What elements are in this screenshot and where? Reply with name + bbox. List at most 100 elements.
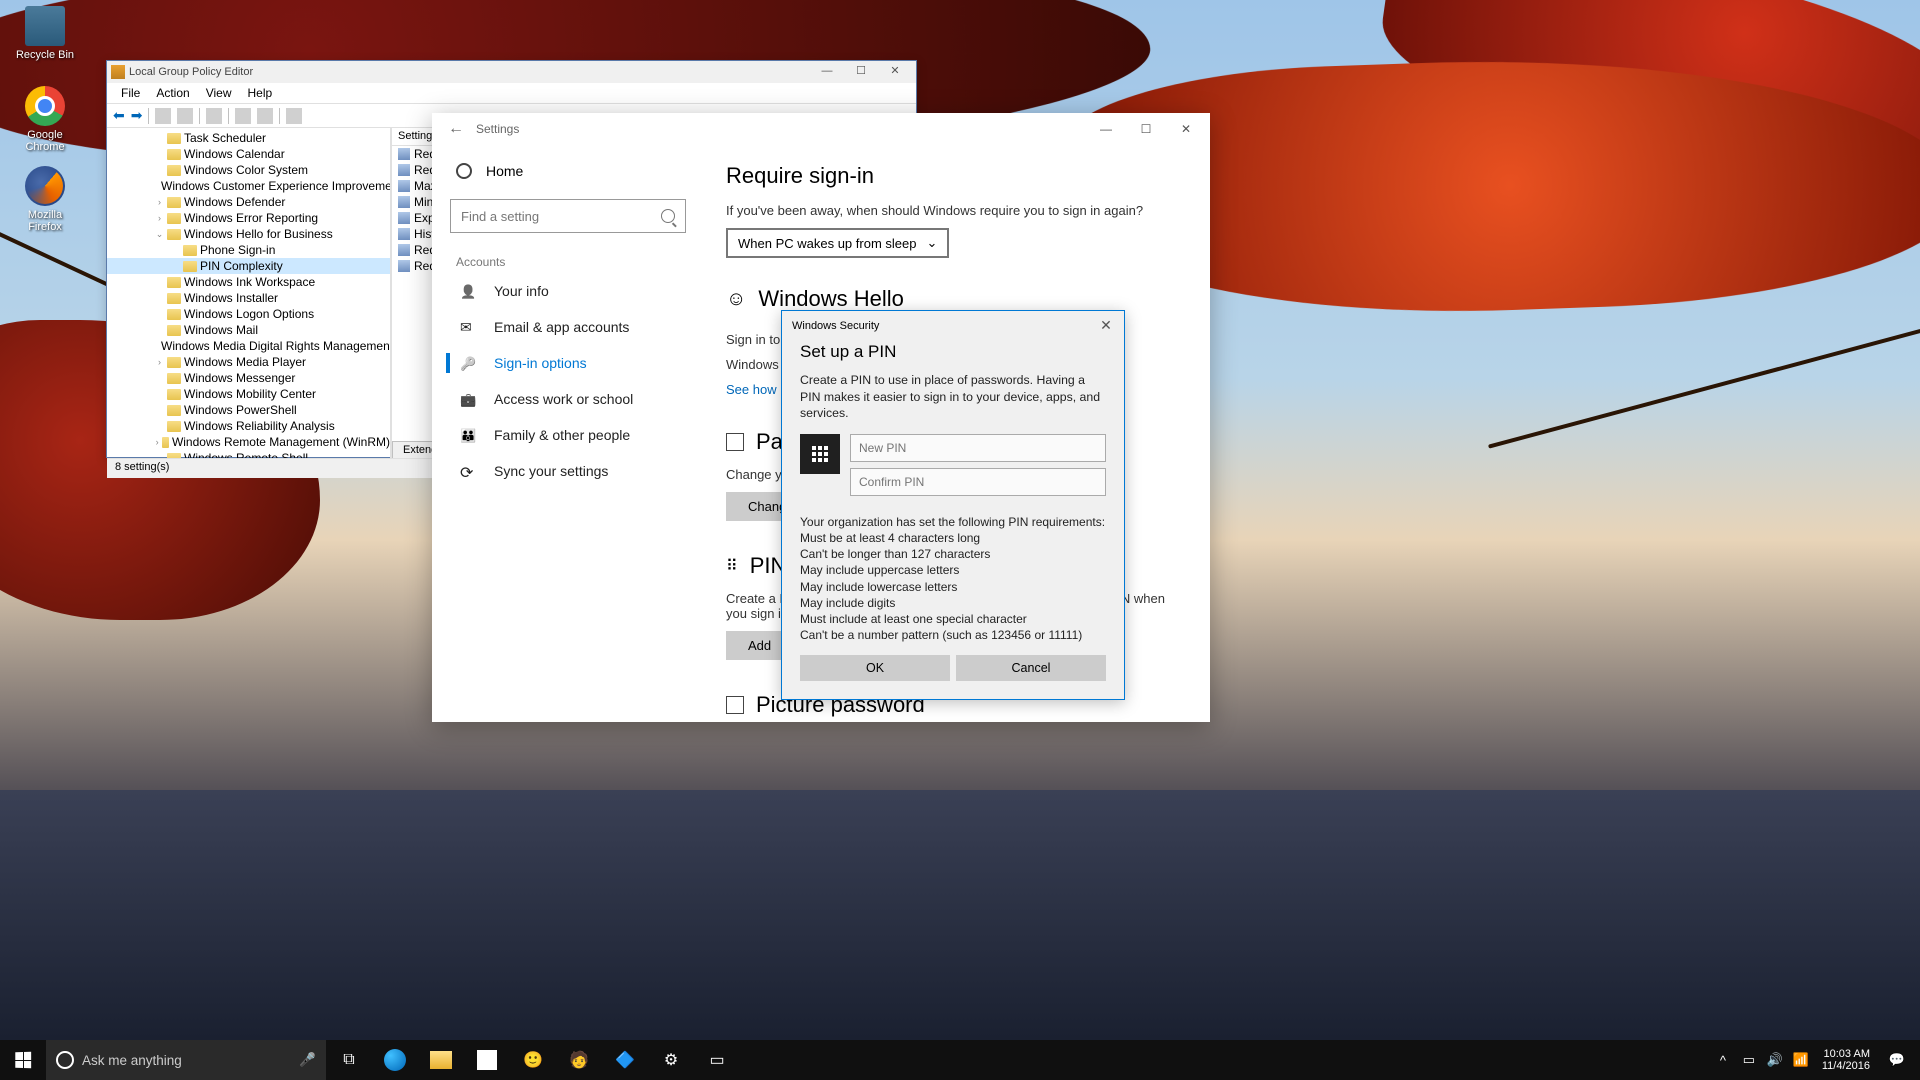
sidebar-item-family-other-people[interactable]: Family & other people: [446, 417, 696, 453]
sidebar-item-email-app-accounts[interactable]: Email & app accounts: [446, 309, 696, 345]
tree-node[interactable]: Windows PowerShell: [107, 402, 390, 418]
tree-label: Windows Calendar: [184, 147, 285, 161]
back-button[interactable]: ←: [436, 120, 476, 138]
desktop-icon-recycle-bin[interactable]: Recycle Bin: [10, 6, 80, 61]
tree-label: Windows Logon Options: [184, 307, 314, 321]
chrome-icon: [25, 86, 65, 126]
taskbar-app[interactable]: ▭: [694, 1040, 740, 1080]
pin-requirement-line: May include uppercase letters: [800, 562, 1106, 578]
taskbar-app-explorer[interactable]: [418, 1040, 464, 1080]
minimize-button[interactable]: —: [1086, 113, 1126, 145]
sidebar-item-access-work-or-school[interactable]: Access work or school: [446, 381, 696, 417]
task-view-button[interactable]: ⧉: [326, 1040, 372, 1080]
cortana-search[interactable]: Ask me anything 🎤: [46, 1040, 326, 1080]
tray-battery-icon[interactable]: ▭: [1736, 1040, 1762, 1080]
toolbar-icon[interactable]: [155, 108, 171, 124]
tree-label: Windows Mobility Center: [184, 387, 316, 401]
hello-face-icon: ☺: [726, 288, 746, 311]
tree-node[interactable]: Windows Reliability Analysis: [107, 418, 390, 434]
start-button[interactable]: [0, 1040, 46, 1080]
taskbar-app-settings[interactable]: ⚙: [648, 1040, 694, 1080]
tree-node[interactable]: Windows Messenger: [107, 370, 390, 386]
toolbar-icon[interactable]: [206, 108, 222, 124]
menu-action[interactable]: Action: [148, 83, 197, 103]
ok-button[interactable]: OK: [800, 655, 950, 681]
sidebar-item-label: Family & other people: [494, 427, 630, 443]
sidebar-item-sync-your-settings[interactable]: Sync your settings: [446, 453, 696, 489]
forward-icon[interactable]: ➡: [131, 107, 143, 124]
settings-titlebar[interactable]: ← Settings — ☐ ✕: [432, 113, 1210, 145]
windows-security-dialog: Windows Security ✕ Set up a PIN Create a…: [781, 310, 1125, 700]
confirm-pin-input[interactable]: [850, 468, 1106, 496]
close-icon[interactable]: ✕: [1098, 317, 1114, 334]
key-icon: [460, 355, 476, 371]
back-icon[interactable]: ⬅: [113, 107, 125, 124]
close-button[interactable]: ✕: [878, 62, 912, 82]
tree-node[interactable]: Phone Sign-in: [107, 242, 390, 258]
filter-icon[interactable]: [286, 108, 302, 124]
toolbar-icon[interactable]: [235, 108, 251, 124]
tree-label: Windows Remote Shell: [184, 451, 308, 458]
tree-node[interactable]: Windows Color System: [107, 162, 390, 178]
tree-node[interactable]: Windows Media Digital Rights Management: [107, 338, 390, 354]
require-sign-in-select[interactable]: When PC wakes up from sleep ⌄: [726, 228, 949, 258]
tree-node[interactable]: Task Scheduler: [107, 130, 390, 146]
minimize-button[interactable]: —: [810, 62, 844, 82]
tree-node[interactable]: Windows Installer: [107, 290, 390, 306]
menu-view[interactable]: View: [198, 83, 240, 103]
taskbar-app[interactable]: 🙂: [510, 1040, 556, 1080]
sidebar-item-label: Email & app accounts: [494, 319, 629, 335]
taskbar: Ask me anything 🎤 ⧉ 🛍 🙂 🧑 🔷 ⚙ ▭ ^ ▭ 🔊 📶 …: [0, 1040, 1920, 1080]
settings-search[interactable]: Find a setting: [450, 199, 686, 233]
maximize-button[interactable]: ☐: [1126, 113, 1166, 145]
cancel-button[interactable]: Cancel: [956, 655, 1106, 681]
tree-node[interactable]: ⌄Windows Hello for Business: [107, 226, 390, 242]
sidebar-home[interactable]: Home: [446, 157, 696, 185]
gpedit-tree[interactable]: Task SchedulerWindows CalendarWindows Co…: [107, 128, 391, 458]
folder-icon: [167, 277, 181, 288]
tree-node[interactable]: ›Windows Remote Management (WinRM): [107, 434, 390, 450]
menu-help[interactable]: Help: [240, 83, 281, 103]
tree-node[interactable]: PIN Complexity: [107, 258, 390, 274]
taskbar-app[interactable]: 🔷: [602, 1040, 648, 1080]
tree-node[interactable]: Windows Logon Options: [107, 306, 390, 322]
system-clock[interactable]: 10:03 AM 11/4/2016: [1814, 1048, 1878, 1072]
sidebar-item-sign-in-options[interactable]: Sign-in options: [446, 345, 696, 381]
gpedit-titlebar[interactable]: Local Group Policy Editor — ☐ ✕: [107, 61, 916, 83]
toolbar-icon[interactable]: [257, 108, 273, 124]
close-button[interactable]: ✕: [1166, 113, 1206, 145]
pin-requirement-line: Can't be a number pattern (such as 12345…: [800, 627, 1106, 643]
toolbar-icon[interactable]: [177, 108, 193, 124]
tray-volume-icon[interactable]: 🔊: [1762, 1040, 1788, 1080]
tree-node[interactable]: ›Windows Defender: [107, 194, 390, 210]
pin-requirements: Your organization has set the following …: [800, 514, 1106, 644]
taskbar-app-store[interactable]: 🛍: [464, 1040, 510, 1080]
tree-node[interactable]: ›Windows Media Player: [107, 354, 390, 370]
menu-file[interactable]: File: [113, 83, 148, 103]
tray-overflow-icon[interactable]: ^: [1710, 1040, 1736, 1080]
desktop-icon-label: Mozilla Firefox: [28, 209, 62, 233]
tree-node[interactable]: Windows Mail: [107, 322, 390, 338]
new-pin-input[interactable]: [850, 434, 1106, 462]
taskbar-app-edge[interactable]: [372, 1040, 418, 1080]
taskbar-app[interactable]: 🧑: [556, 1040, 602, 1080]
policy-icon: [398, 228, 410, 240]
tree-node[interactable]: Windows Mobility Center: [107, 386, 390, 402]
maximize-button[interactable]: ☐: [844, 62, 878, 82]
policy-icon: [398, 260, 410, 272]
tray-network-icon[interactable]: 📶: [1788, 1040, 1814, 1080]
desktop-icon-firefox[interactable]: Mozilla Firefox: [10, 166, 80, 233]
tree-label: PIN Complexity: [200, 259, 283, 273]
tree-node[interactable]: ›Windows Error Reporting: [107, 210, 390, 226]
folder-icon: [167, 389, 181, 400]
tree-label: Windows Media Player: [184, 355, 306, 369]
tree-node[interactable]: Windows Ink Workspace: [107, 274, 390, 290]
tree-node[interactable]: Windows Customer Experience Improvement …: [107, 178, 390, 194]
sidebar-item-your-info[interactable]: Your info: [446, 273, 696, 309]
tree-node[interactable]: Windows Remote Shell: [107, 450, 390, 458]
desktop-icon-chrome[interactable]: Google Chrome: [10, 86, 80, 153]
mail-icon: [460, 319, 476, 335]
gpedit-app-icon: [111, 65, 125, 79]
tree-node[interactable]: Windows Calendar: [107, 146, 390, 162]
action-center-icon[interactable]: 💬: [1878, 1040, 1916, 1080]
